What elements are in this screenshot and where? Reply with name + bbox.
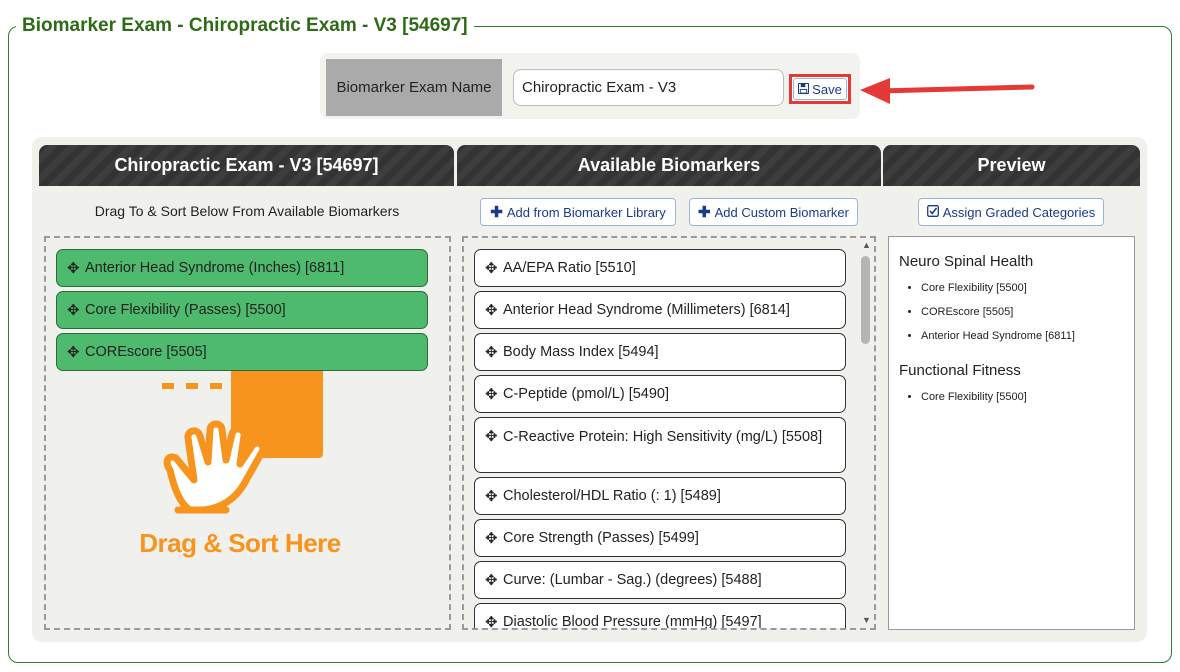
available-biomarker-label: Cholesterol/HDL Ratio (: 1) [5489] [503, 488, 721, 504]
page-title: Biomarker Exam - Chiropractic Exam - V3 … [16, 14, 474, 38]
drag-hand-icon [162, 360, 323, 514]
available-biomarker-item[interactable]: ✥ Curve: (Lumbar - Sag.) (degrees) [5488… [474, 561, 846, 599]
preview-group-list: Core Flexibility [5500] COREscore [5505]… [899, 276, 1124, 348]
red-arrow-icon [860, 78, 1035, 104]
exam-name-label: Biomarker Exam Name [326, 59, 502, 116]
save-button-label: Save [812, 81, 842, 97]
available-biomarker-label: C-Peptide (pmol/L) [5490] [503, 386, 670, 402]
preview-item: COREscore [5505] [921, 300, 1124, 324]
plus-icon: ✚ [698, 204, 711, 221]
drag-sort-here-label: Drag & Sort Here [139, 528, 341, 558]
available-column-header: Available Biomarkers [457, 145, 881, 186]
preview-panel: Neuro Spinal Health Core Flexibility [55… [888, 236, 1135, 630]
available-biomarker-label: AA/EPA Ratio [5510] [503, 260, 636, 276]
drag-instructions: Drag To & Sort Below From Available Biom… [94, 203, 400, 219]
move-icon: ✥ [485, 386, 498, 403]
preview-column-header: Preview [883, 145, 1140, 186]
scroll-up-arrow-icon[interactable]: ▲ [862, 240, 871, 250]
available-biomarker-item[interactable]: ✥ Cholesterol/HDL Ratio (: 1) [5489] [474, 477, 846, 515]
save-button[interactable]: Save [793, 78, 847, 100]
move-icon: ✥ [485, 614, 498, 628]
available-biomarker-label: Diastolic Blood Pressure (mmHg) [5497] [503, 614, 762, 628]
available-biomarker-item[interactable]: ✥ C-Reactive Protein: High Sensitivity (… [474, 417, 846, 473]
move-icon: ✥ [485, 488, 498, 505]
floppy-disk-icon [798, 82, 810, 97]
available-biomarker-label: Body Mass Index [5494] [503, 344, 659, 360]
selected-biomarker-item[interactable]: ✥ COREscore [5505] [56, 333, 428, 371]
available-biomarker-item[interactable]: ✥ Body Mass Index [5494] [474, 333, 846, 371]
available-biomarker-item[interactable]: ✥ Core Strength (Passes) [5499] [474, 519, 846, 557]
checkbox-icon [926, 204, 939, 220]
available-list-clip: ✥ Diastolic Blood Pressure (mmHg) [5497] [464, 600, 858, 628]
add-from-library-button[interactable]: ✚ Add from Biomarker Library [480, 198, 676, 226]
move-icon: ✥ [67, 260, 80, 277]
scrollbar-thumb[interactable] [861, 256, 870, 344]
preview-group-list: Core Flexibility [5500] [899, 385, 1124, 409]
available-biomarker-item[interactable]: ✥ Anterior Head Syndrome (Millimeters) [… [474, 291, 846, 329]
selected-biomarker-label: Anterior Head Syndrome (Inches) [6811] [85, 260, 345, 276]
move-icon: ✥ [485, 572, 498, 589]
move-icon: ✥ [67, 344, 80, 361]
available-biomarker-item[interactable]: ✥ Diastolic Blood Pressure (mmHg) [5497] [474, 603, 846, 628]
assign-graded-categories-label: Assign Graded Categories [942, 204, 1096, 220]
selected-biomarker-label: COREscore [5505] [85, 344, 207, 360]
selected-biomarker-item[interactable]: ✥ Anterior Head Syndrome (Inches) [6811] [56, 249, 428, 287]
add-custom-biomarker-button[interactable]: ✚ Add Custom Biomarker [689, 198, 858, 226]
available-biomarker-label: Anterior Head Syndrome (Millimeters) [68… [503, 302, 790, 318]
available-biomarker-item[interactable]: ✥ C-Peptide (pmol/L) [5490] [474, 375, 846, 413]
preview-item: Anterior Head Syndrome [6811] [921, 324, 1124, 348]
selected-biomarker-label: Core Flexibility (Passes) [5500] [85, 302, 286, 318]
available-biomarker-label: Core Strength (Passes) [5499] [503, 530, 699, 546]
move-icon: ✥ [485, 344, 498, 361]
exam-name-input[interactable] [513, 69, 784, 106]
available-biomarker-item[interactable]: ✥ AA/EPA Ratio [5510] [474, 249, 846, 287]
assign-graded-categories-button[interactable]: Assign Graded Categories [918, 198, 1104, 226]
preview-item: Core Flexibility [5500] [921, 276, 1124, 300]
preview-item: Core Flexibility [5500] [921, 385, 1124, 409]
move-icon: ✥ [485, 302, 498, 319]
available-biomarker-label: C-Reactive Protein: High Sensitivity (mg… [503, 429, 823, 445]
preview-group-title: Neuro Spinal Health [899, 253, 1034, 270]
add-custom-biomarker-label: Add Custom Biomarker [714, 204, 849, 220]
plus-icon: ✚ [490, 204, 503, 221]
move-icon: ✥ [67, 302, 80, 319]
move-icon: ✥ [485, 428, 498, 445]
add-from-library-label: Add from Biomarker Library [506, 204, 666, 220]
available-biomarker-label: Curve: (Lumbar - Sag.) (degrees) [5488] [503, 572, 762, 588]
move-icon: ✥ [485, 260, 498, 277]
preview-group-title: Functional Fitness [899, 362, 1021, 379]
move-icon: ✥ [485, 530, 498, 547]
selected-biomarker-item[interactable]: ✥ Core Flexibility (Passes) [5500] [56, 291, 428, 329]
scroll-down-arrow-icon[interactable]: ▼ [862, 615, 871, 625]
selected-column-header: Chiropractic Exam - V3 [54697] [39, 145, 454, 186]
